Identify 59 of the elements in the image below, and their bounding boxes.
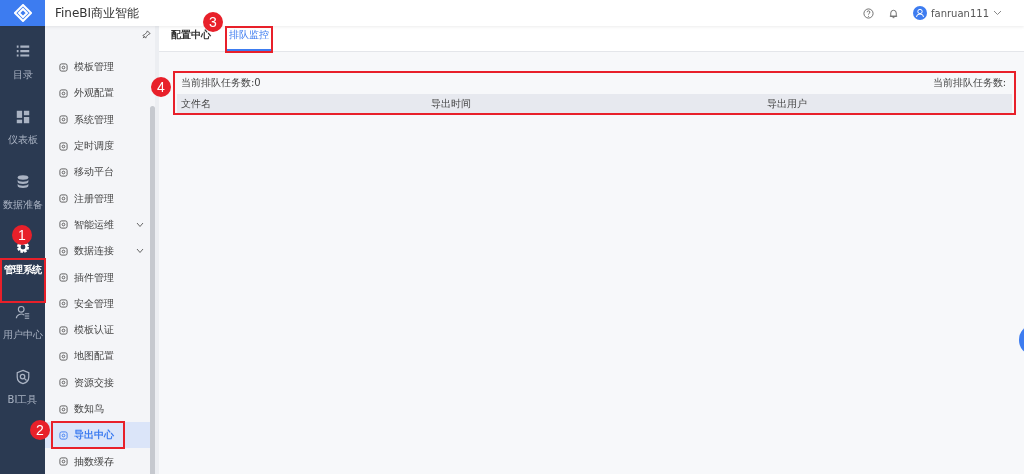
menu-item[interactable]: 模板管理 bbox=[45, 54, 152, 81]
menu-icon bbox=[59, 351, 68, 361]
menu-item[interactable]: 抽数缓存 bbox=[45, 448, 152, 474]
menu-icon bbox=[59, 457, 68, 467]
rail-item[interactable]: 仪表板 bbox=[7, 133, 38, 147]
menu-item[interactable]: 地图配置 bbox=[45, 343, 152, 370]
rail-item[interactable]: 管理系统 bbox=[3, 263, 42, 277]
menu-icon bbox=[59, 246, 68, 256]
menu-item[interactable]: 系统管理 bbox=[45, 106, 152, 133]
menu-item[interactable]: 模板认证 bbox=[45, 316, 152, 344]
highlight-frame bbox=[225, 26, 273, 53]
menu-icon bbox=[59, 141, 68, 151]
column-header: 导出用户 bbox=[767, 97, 808, 111]
chevron-icon[interactable] bbox=[136, 221, 144, 228]
chevron-icon[interactable] bbox=[136, 248, 144, 255]
menu-item[interactable]: 数知鸟 bbox=[45, 395, 152, 423]
app-logo[interactable] bbox=[0, 0, 45, 26]
rail-item[interactable]: 数据准备 bbox=[2, 198, 43, 212]
menu-icon bbox=[59, 220, 68, 230]
menu-item[interactable]: 外观配置 bbox=[45, 80, 152, 107]
column-header: 导出时间 bbox=[431, 97, 472, 111]
rail-item[interactable]: BI工具 bbox=[7, 393, 38, 407]
menu-icon bbox=[59, 88, 68, 98]
menu-icon bbox=[59, 299, 68, 309]
user-list-icon[interactable] bbox=[14, 304, 31, 320]
menu-icon bbox=[59, 62, 68, 72]
menu-item[interactable]: 注册管理 bbox=[45, 185, 152, 212]
rail-item[interactable]: 用户中心 bbox=[2, 328, 43, 342]
menu-icon bbox=[59, 404, 68, 414]
bell-icon[interactable] bbox=[888, 7, 899, 19]
pin-icon[interactable] bbox=[142, 30, 151, 39]
shield-icon[interactable] bbox=[14, 369, 31, 385]
queue-count: 当前排队任务数:0 bbox=[181, 76, 261, 90]
menu-icon bbox=[59, 115, 68, 125]
menu-item[interactable]: 智能运维 bbox=[45, 211, 152, 239]
menu-item[interactable]: 数据连接 bbox=[45, 238, 152, 265]
menu-icon bbox=[59, 430, 68, 440]
queue-count: 当前排队任务数: bbox=[932, 76, 1006, 90]
menu-icon bbox=[59, 167, 68, 177]
user-name[interactable]: fanruan111 bbox=[931, 7, 989, 19]
menu-item[interactable]: 资源交接 bbox=[45, 369, 152, 396]
menu-item[interactable]: 定时调度 bbox=[45, 132, 152, 160]
chevron-down-icon[interactable] bbox=[993, 10, 1002, 16]
rail-item[interactable]: 目录 bbox=[12, 68, 33, 82]
menu-icon bbox=[59, 194, 68, 204]
list-icon[interactable] bbox=[14, 44, 31, 60]
menu-item[interactable]: 移动平台 bbox=[45, 159, 152, 186]
highlight-frame bbox=[0, 258, 46, 303]
dashboard-icon[interactable] bbox=[14, 109, 31, 125]
menu-icon bbox=[59, 273, 68, 282]
column-header: 文件名 bbox=[181, 97, 212, 111]
help-icon[interactable] bbox=[863, 7, 874, 19]
menu-icon bbox=[59, 325, 68, 335]
tab[interactable]: 排队监控 bbox=[227, 28, 271, 51]
avatar-icon[interactable] bbox=[913, 6, 927, 20]
menu-item[interactable]: 安全管理 bbox=[45, 290, 152, 317]
scrollbar[interactable] bbox=[150, 106, 155, 474]
menu-item[interactable]: 插件管理 bbox=[45, 264, 152, 291]
menu-icon bbox=[59, 378, 68, 388]
